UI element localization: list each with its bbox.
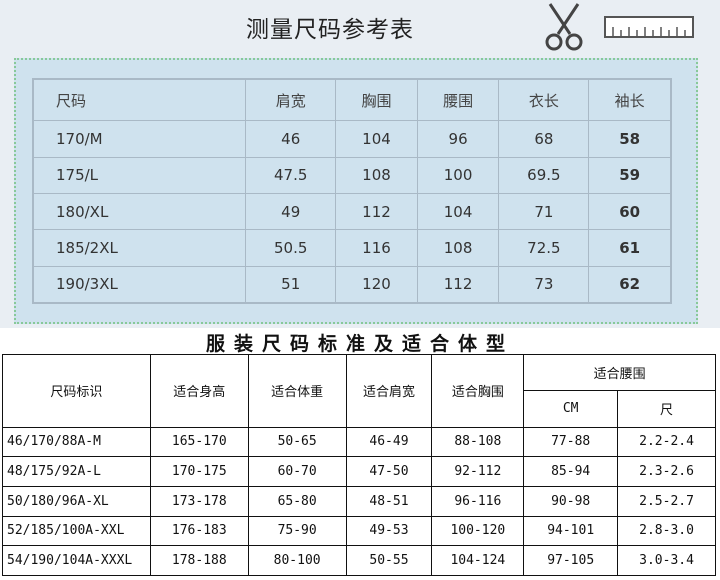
waist-cell: 112	[416, 265, 500, 304]
height-cell: 165-170	[149, 426, 249, 458]
weight-cell: 75-90	[247, 515, 347, 547]
header-chest-fit: 适合胸围	[431, 354, 525, 428]
measurement-header-row: 尺码 肩宽 胸围 腰围 衣长 袖长	[32, 78, 671, 122]
shoulder-cell: 47.5	[245, 156, 337, 195]
height-cell: 178-188	[149, 545, 249, 576]
sleeve-cell: 61	[588, 229, 671, 267]
table-row: 54/190/104A-XXXL 178-188 80-100 50-55 10…	[2, 545, 716, 576]
length-cell: 73	[498, 265, 590, 304]
waist-cell: 104	[416, 193, 500, 231]
weight-cell: 80-100	[247, 545, 347, 576]
size-cell: 190/3XL	[32, 265, 247, 304]
chest-cell: 104	[335, 120, 418, 158]
chest-fit-cell: 100-120	[431, 515, 525, 547]
table-row: 46/170/88A-M 165-170 50-65 46-49 88-108 …	[2, 426, 716, 458]
table-row: 48/175/92A-L 170-175 60-70 47-50 92-112 …	[2, 456, 716, 487]
standard-table: 尺码标识 适合身高 适合体重 适合肩宽 适合胸围 适合腰围 CM 尺 46/17…	[2, 353, 716, 576]
header-sleeve: 袖长	[588, 78, 671, 122]
shoulder-fit-cell: 48-51	[345, 485, 433, 517]
size-cell: 170/M	[32, 120, 247, 158]
standard-title: 服装尺码标准及适合体型	[205, 333, 514, 355]
header-chest: 胸围	[335, 78, 418, 122]
waist-chi-cell: 2.5-2.7	[617, 485, 716, 517]
chest-fit-cell: 96-116	[431, 485, 525, 517]
size-code-cell: 48/175/92A-L	[2, 456, 151, 487]
table-row: 170/M 46 104 96 68 58	[32, 120, 671, 158]
measurement-table: 尺码 肩宽 胸围 腰围 衣长 袖长 170/M 46 104 96 68 58 …	[32, 78, 671, 304]
chest-fit-cell: 92-112	[431, 456, 525, 487]
chest-cell: 116	[335, 229, 418, 267]
shoulder-fit-cell: 50-55	[345, 545, 433, 576]
size-code-cell: 50/180/96A-XL	[2, 485, 151, 517]
waist-chi-cell: 3.0-3.4	[617, 545, 716, 576]
sleeve-cell: 59	[588, 156, 671, 195]
shoulder-cell: 46	[245, 120, 337, 158]
sleeve-cell: 62	[588, 265, 671, 304]
table-row: 185/2XL 50.5 116 108 72.5 61	[32, 229, 671, 267]
ruler-icon	[604, 16, 694, 38]
chest-cell: 120	[335, 265, 418, 304]
scissors-icon	[545, 3, 583, 51]
measurement-section: 测量尺码参考表 尺码 肩宽 胸围 腰围 衣长 袖长 170/M 46 104 9…	[0, 0, 720, 328]
header-shoulder-fit: 适合肩宽	[345, 354, 433, 428]
length-cell: 72.5	[498, 229, 590, 267]
header-waist-cm: CM	[523, 390, 619, 428]
waist-cm-cell: 90-98	[523, 485, 619, 517]
chest-fit-cell: 88-108	[431, 426, 525, 458]
waist-chi-cell: 2.2-2.4	[617, 426, 716, 458]
standard-section: 服装尺码标准及适合体型 尺码标识 适合身高 适合体重 适合肩宽 适合胸围 适合腰…	[0, 328, 720, 580]
size-cell: 180/XL	[32, 193, 247, 231]
size-code-cell: 46/170/88A-M	[2, 426, 151, 458]
size-code-cell: 54/190/104A-XXXL	[2, 545, 151, 576]
waist-chi-cell: 2.8-3.0	[617, 515, 716, 547]
size-cell: 175/L	[32, 156, 247, 195]
shoulder-cell: 51	[245, 265, 337, 304]
shoulder-fit-cell: 49-53	[345, 515, 433, 547]
table-row: 175/L 47.5 108 100 69.5 59	[32, 156, 671, 195]
sleeve-cell: 58	[588, 120, 671, 158]
standard-header-row: 尺码标识 适合身高 适合体重 适合肩宽 适合胸围 适合腰围	[2, 353, 716, 428]
shoulder-cell: 49	[245, 193, 337, 231]
height-cell: 170-175	[149, 456, 249, 487]
waist-cm-cell: 97-105	[523, 545, 619, 576]
table-row: 50/180/96A-XL 173-178 65-80 48-51 96-116…	[2, 485, 716, 517]
waist-cm-cell: 85-94	[523, 456, 619, 487]
weight-cell: 60-70	[247, 456, 347, 487]
length-cell: 71	[498, 193, 590, 231]
length-cell: 69.5	[498, 156, 590, 195]
waist-cell: 100	[416, 156, 500, 195]
header-shoulder: 肩宽	[245, 78, 337, 122]
header-height: 适合身高	[149, 354, 249, 428]
measurement-panel: 尺码 肩宽 胸围 腰围 衣长 袖长 170/M 46 104 96 68 58 …	[14, 58, 698, 324]
chest-fit-cell: 104-124	[431, 545, 525, 576]
header-length: 衣长	[498, 78, 590, 122]
waist-cm-cell: 77-88	[523, 426, 619, 458]
header-size: 尺码	[32, 78, 247, 122]
header-waist-fit: 适合腰围	[523, 353, 716, 392]
weight-cell: 65-80	[247, 485, 347, 517]
sleeve-cell: 60	[588, 193, 671, 231]
header-waist: 腰围	[416, 78, 500, 122]
waist-chi-cell: 2.3-2.6	[617, 456, 716, 487]
shoulder-fit-cell: 46-49	[345, 426, 433, 458]
shoulder-fit-cell: 47-50	[345, 456, 433, 487]
chest-cell: 112	[335, 193, 418, 231]
table-row: 190/3XL 51 120 112 73 62	[32, 265, 671, 304]
waist-cell: 108	[416, 229, 500, 267]
waist-cm-cell: 94-101	[523, 515, 619, 547]
height-cell: 173-178	[149, 485, 249, 517]
header-weight: 适合体重	[247, 354, 347, 428]
weight-cell: 50-65	[247, 426, 347, 458]
waist-cell: 96	[416, 120, 500, 158]
size-cell: 185/2XL	[32, 229, 247, 267]
table-row: 52/185/100A-XXL 176-183 75-90 49-53 100-…	[2, 515, 716, 547]
chest-cell: 108	[335, 156, 418, 195]
shoulder-cell: 50.5	[245, 229, 337, 267]
header-waist-chi: 尺	[617, 390, 716, 428]
height-cell: 176-183	[149, 515, 249, 547]
header-size-code: 尺码标识	[2, 354, 151, 428]
size-code-cell: 52/185/100A-XXL	[2, 515, 151, 547]
length-cell: 68	[498, 120, 590, 158]
table-row: 180/XL 49 112 104 71 60	[32, 193, 671, 231]
